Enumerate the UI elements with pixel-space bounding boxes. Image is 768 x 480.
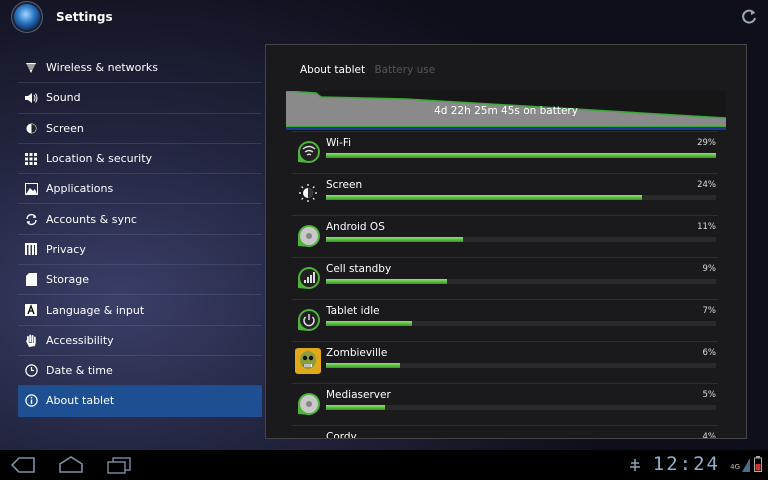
sidebar-item-accounts-sync[interactable]: Accounts & sync xyxy=(18,204,262,235)
usage-bar xyxy=(326,405,716,410)
sidebar-item-label: Accounts & sync xyxy=(46,212,137,226)
settings-app-icon[interactable] xyxy=(14,4,40,30)
home-icon[interactable] xyxy=(58,456,84,474)
speaker-icon xyxy=(24,91,38,105)
keyboard-a-icon xyxy=(24,303,38,317)
breadcrumb-about-tablet[interactable]: About tablet xyxy=(300,64,365,76)
hand-icon xyxy=(24,333,38,347)
usage-percent: 7% xyxy=(702,306,717,316)
grid-icon xyxy=(24,152,38,166)
usage-name: Cordy xyxy=(326,431,357,439)
usage-percent: 9% xyxy=(702,264,717,274)
back-icon[interactable] xyxy=(10,456,36,474)
usb-debug-icon[interactable] xyxy=(628,458,642,472)
sidebar-item-label: Accessibility xyxy=(46,333,114,347)
sidebar-item-label: Location & security xyxy=(46,152,153,166)
battery-icon xyxy=(754,456,762,472)
sidebar-item-applications[interactable]: Applications xyxy=(18,174,262,205)
cordy-app-icon xyxy=(295,432,321,439)
usage-name: Cell standby xyxy=(326,263,392,275)
sidebar-item-label: Privacy xyxy=(46,242,86,256)
list-item[interactable]: Cell standby 9% xyxy=(292,257,718,299)
usage-percent: 29% xyxy=(697,138,716,148)
clock-icon xyxy=(24,364,38,378)
usage-percent: 4% xyxy=(702,432,717,439)
signal-icon xyxy=(742,458,750,472)
breadcrumb: About tablet Battery use xyxy=(300,64,435,76)
sidebar-item-label: Date & time xyxy=(46,364,113,378)
recent-apps-icon[interactable] xyxy=(106,456,132,474)
usage-name: Android OS xyxy=(326,221,385,233)
usage-percent: 5% xyxy=(702,390,717,400)
battery-time-label: 4d 22h 25m 45s on battery xyxy=(434,105,578,117)
usage-percent: 24% xyxy=(697,180,716,190)
brightness-icon xyxy=(299,184,317,202)
sidebar-item-storage[interactable]: Storage xyxy=(18,265,262,296)
sync-icon xyxy=(24,212,38,226)
usage-percent: 6% xyxy=(702,348,717,358)
privacy-icon xyxy=(24,242,38,256)
sidebar-item-date-time[interactable]: Date & time xyxy=(18,356,262,387)
sidebar-item-label: Wireless & networks xyxy=(46,61,158,75)
usage-name: Screen xyxy=(326,179,363,191)
mediaserver-icon xyxy=(298,393,320,415)
sidebar-item-language-input[interactable]: Language & input xyxy=(18,295,262,326)
usage-bar xyxy=(326,363,716,368)
settings-sidebar: Wireless & networks Sound Screen Locatio… xyxy=(18,53,262,417)
storage-icon xyxy=(24,273,38,287)
action-bar: Settings xyxy=(0,0,768,34)
sidebar-item-label: Storage xyxy=(46,273,90,287)
list-item[interactable]: Android OS 11% xyxy=(292,215,718,257)
usage-bar xyxy=(326,153,716,158)
zombie-app-icon xyxy=(295,348,321,374)
battery-use-panel: About tablet Battery use 4d 22h 25m 45s … xyxy=(265,44,747,439)
battery-usage-list: Wi-Fi 29% Screen 24% Android OS 11% Cell… xyxy=(292,131,718,439)
sidebar-item-wireless[interactable]: Wireless & networks xyxy=(18,53,262,84)
list-item[interactable]: Tablet idle 7% xyxy=(292,299,718,341)
sidebar-item-accessibility[interactable]: Accessibility xyxy=(18,326,262,356)
info-icon xyxy=(24,394,38,408)
power-badge-icon xyxy=(298,309,320,331)
sidebar-item-label: Applications xyxy=(46,182,114,196)
wifi-icon xyxy=(24,61,38,75)
usage-name: Tablet idle xyxy=(326,305,380,317)
android-os-icon xyxy=(298,225,320,247)
list-item[interactable]: Screen 24% xyxy=(292,173,718,215)
list-item[interactable]: Wi-Fi 29% xyxy=(292,131,718,173)
usage-name: Zombieville xyxy=(326,347,388,359)
breadcrumb-battery-use: Battery use xyxy=(374,64,436,76)
status-clock[interactable]: 12:24 xyxy=(653,453,720,475)
network-type: 4G xyxy=(730,463,740,471)
sidebar-item-label: About tablet xyxy=(46,394,115,408)
page-title: Settings xyxy=(56,10,113,24)
refresh-icon[interactable] xyxy=(740,8,758,26)
sidebar-item-location-security[interactable]: Location & security xyxy=(18,144,262,175)
usage-name: Mediaserver xyxy=(326,389,391,401)
sidebar-item-label: Sound xyxy=(46,91,81,105)
sidebar-item-about-tablet[interactable]: About tablet xyxy=(18,386,262,417)
usage-bar xyxy=(326,195,716,200)
usage-name: Wi-Fi xyxy=(326,137,352,149)
signal-badge-icon xyxy=(298,267,320,289)
brightness-icon xyxy=(24,121,38,135)
sidebar-item-screen[interactable]: Screen xyxy=(18,114,262,144)
battery-history-graph[interactable]: 4d 22h 25m 45s on battery xyxy=(285,90,727,131)
usage-bar xyxy=(326,321,716,326)
sidebar-item-sound[interactable]: Sound xyxy=(18,83,262,114)
usage-bar xyxy=(326,279,716,284)
sidebar-item-label: Screen xyxy=(46,121,84,135)
usage-bar xyxy=(326,237,716,242)
wifi-badge-icon xyxy=(298,141,320,163)
list-item[interactable]: Mediaserver 5% xyxy=(292,383,718,425)
list-item[interactable]: Zombieville 6% xyxy=(292,341,718,383)
usage-percent: 11% xyxy=(697,222,716,232)
sidebar-item-label: Language & input xyxy=(46,303,145,317)
list-item[interactable]: Cordy 4% xyxy=(292,425,718,439)
system-navigation-bar: 12:24 4G xyxy=(0,450,768,480)
sidebar-item-privacy[interactable]: Privacy xyxy=(18,235,262,266)
applications-icon xyxy=(24,182,38,196)
